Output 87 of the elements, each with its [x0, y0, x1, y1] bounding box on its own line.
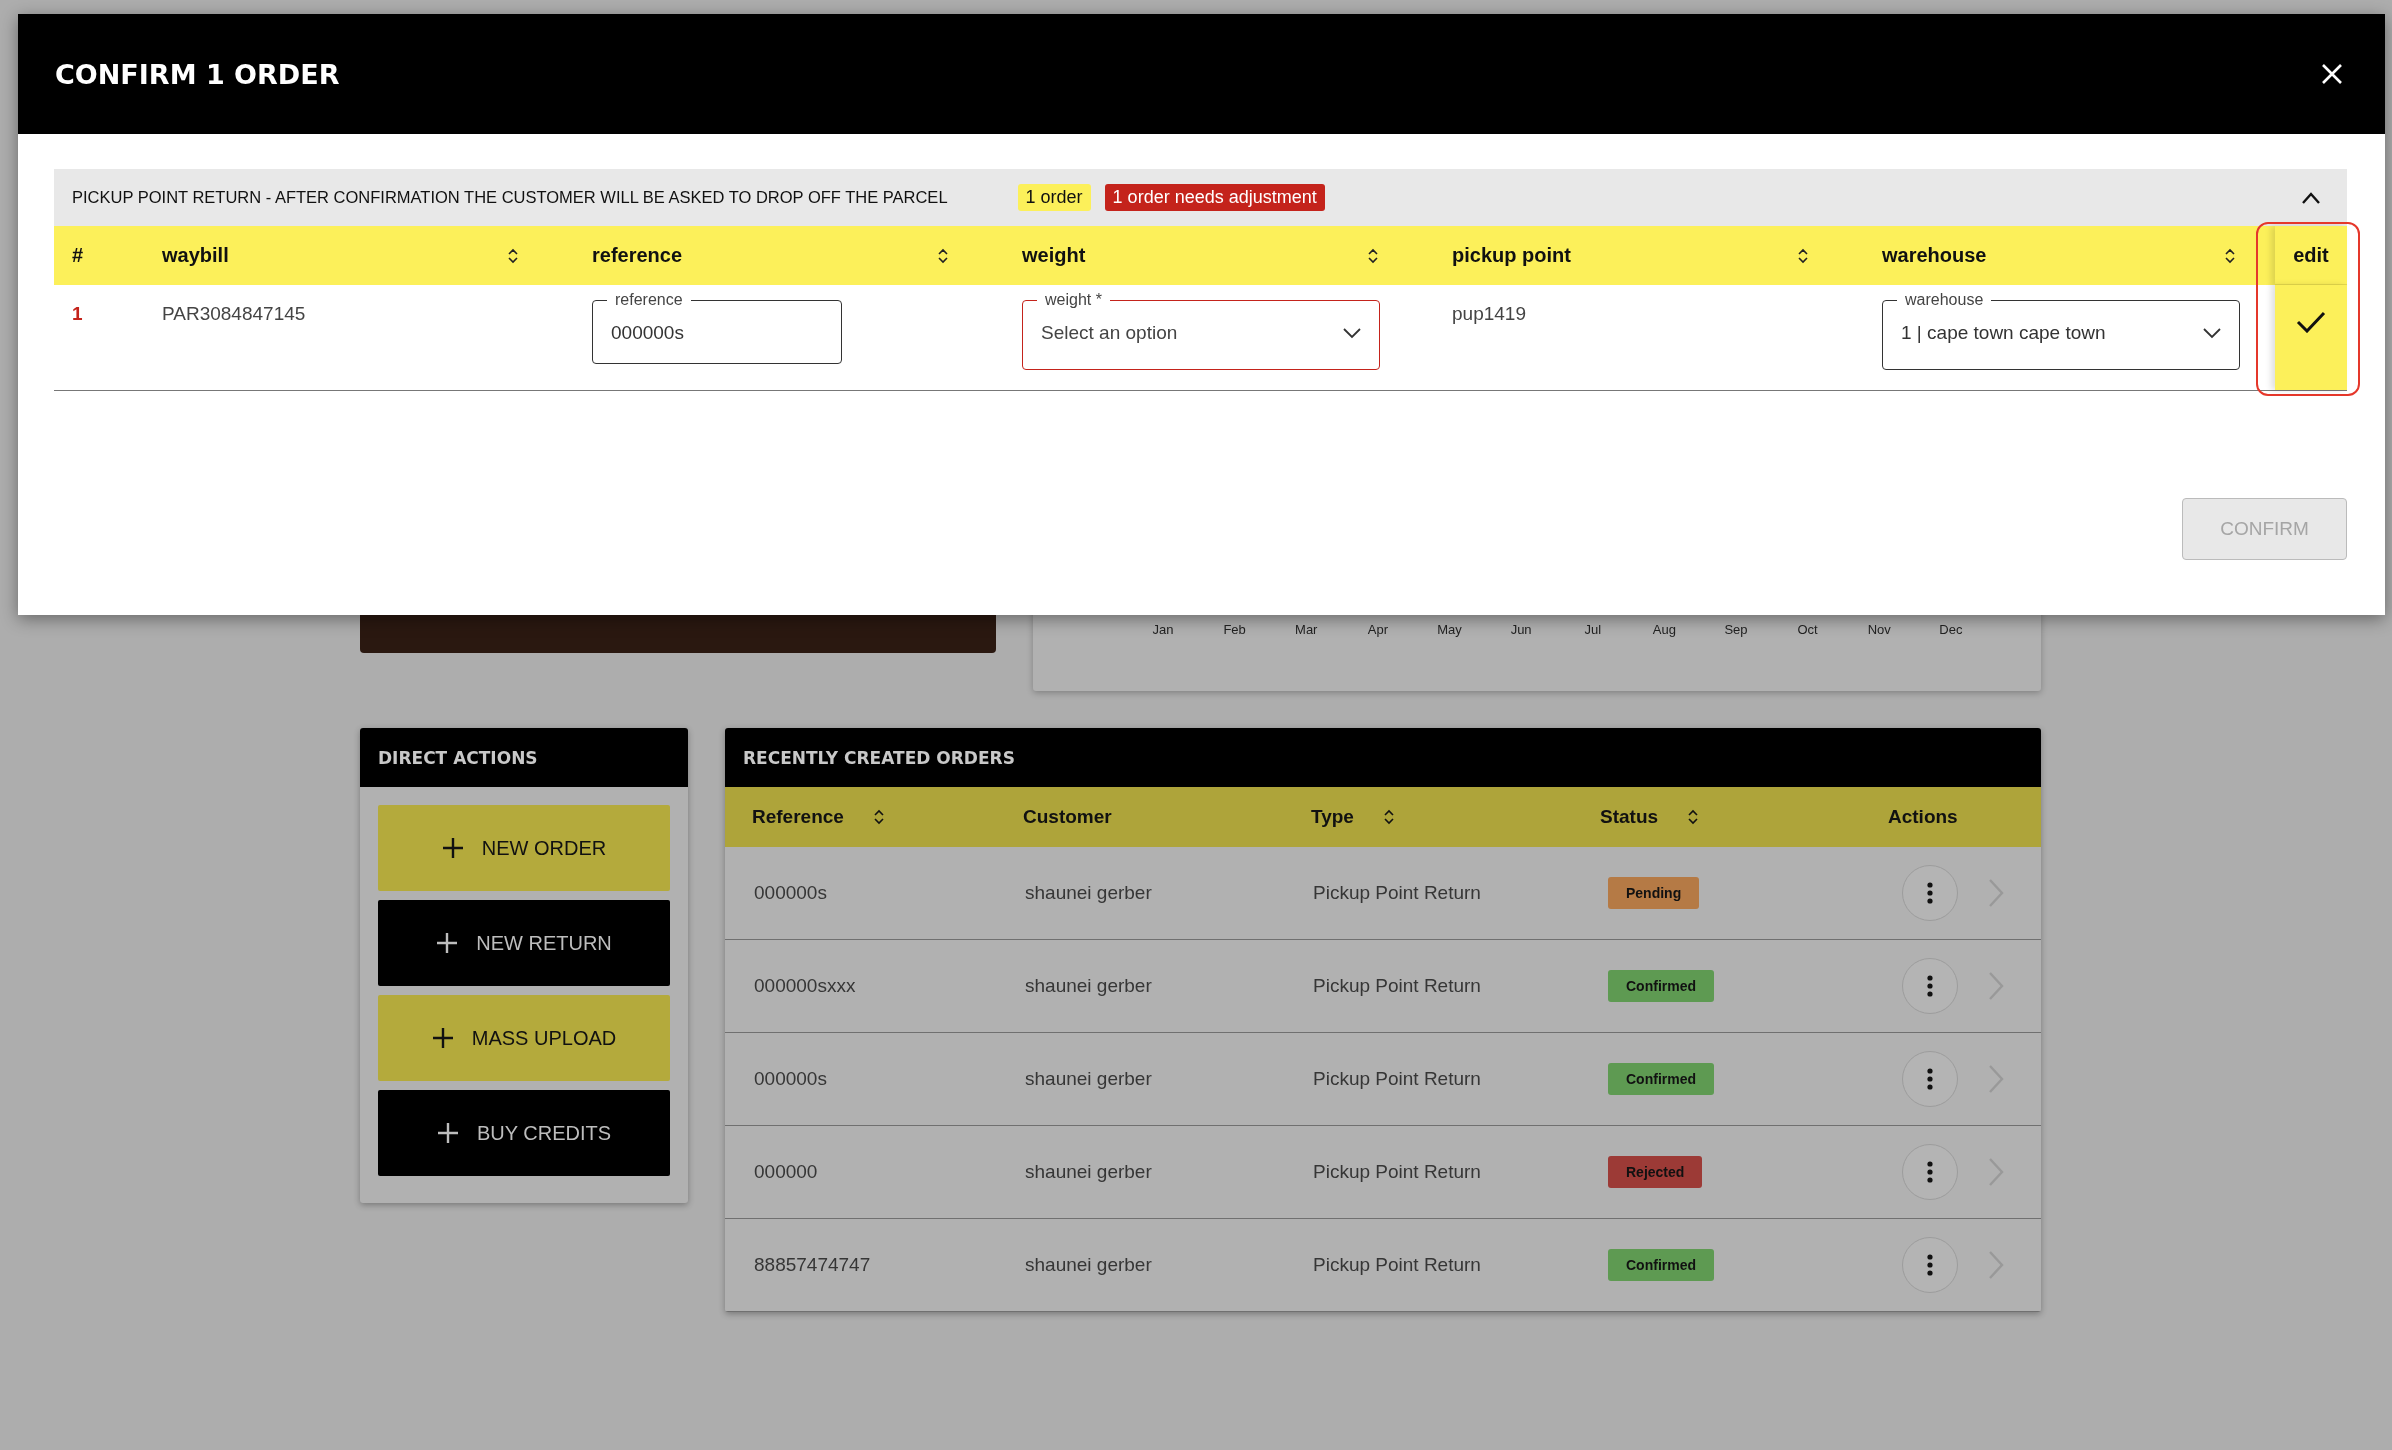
month-label: Jan	[1151, 622, 1175, 637]
count-badge: 1 order needs adjustment	[1104, 184, 1325, 211]
table-cell-text: 000000	[753, 1161, 819, 1183]
action-button[interactable]: BUY CREDITS	[378, 1090, 670, 1176]
table-cell-text: shaunei gerber	[1024, 1161, 1153, 1183]
sort-icon[interactable]	[1798, 247, 1808, 264]
table-cell-text: shaunei gerber	[1024, 975, 1153, 997]
card-title: RECENTLY CREATED ORDERS	[743, 747, 1015, 768]
kebab-icon	[1927, 1254, 1933, 1276]
plus-icon	[436, 1122, 459, 1144]
month-label: Aug	[1651, 622, 1677, 637]
month-label: Jun	[1509, 622, 1533, 637]
month-label: Sep	[1723, 622, 1749, 637]
table-cell-text: Pickup Point Return	[1312, 1068, 1482, 1090]
month-label: Jul	[1583, 622, 1603, 637]
month-label: Nov	[1866, 622, 1892, 637]
sort-icon[interactable]	[938, 247, 948, 264]
status-badge: Confirmed	[1608, 1063, 1714, 1095]
column-header: Actions	[1888, 806, 1958, 828]
month-label: Apr	[1366, 622, 1389, 637]
chevron-down-icon	[2203, 327, 2221, 339]
month-label: May	[1436, 622, 1463, 637]
warehouse-select[interactable]: warehouse 1 | cape town cape town	[1882, 291, 2240, 370]
month-label: Oct	[1796, 622, 1819, 637]
table-cell-text: 000000s	[753, 1068, 828, 1090]
checkmark-icon[interactable]	[2296, 311, 2326, 333]
modal-title: CONFIRM 1 ORDER	[55, 58, 340, 90]
plus-icon	[436, 932, 459, 954]
column-header: weight	[1022, 244, 1086, 267]
column-header: edit	[2293, 243, 2329, 267]
more-options-button[interactable]	[1902, 1144, 1958, 1200]
column-header: #	[72, 244, 84, 267]
section-title: PICKUP POINT RETURN - AFTER CONFIRMATION THE CUSTOMER WILL BE ASKED TO DROP OFF THE PARCEL	[72, 188, 948, 207]
column-header: warehouse	[1882, 244, 1987, 267]
sort-icon[interactable]	[873, 809, 884, 825]
kebab-icon	[1927, 882, 1933, 904]
table-cell: PAR3084847145	[162, 303, 306, 324]
table-cell-text: Pickup Point Return	[1312, 1254, 1482, 1276]
sort-icon[interactable]	[1688, 809, 1699, 825]
status-badge: Pending	[1608, 877, 1700, 909]
table-cell-text: Pickup Point Return	[1312, 1161, 1482, 1183]
sort-icon[interactable]	[1383, 809, 1394, 825]
table-cell-text: shaunei gerber	[1024, 1068, 1153, 1090]
column-header: reference	[592, 244, 683, 267]
action-button[interactable]: MASS UPLOAD	[378, 995, 670, 1081]
close-icon[interactable]	[2321, 63, 2343, 85]
table-cell-text: shaunei gerber	[1024, 1254, 1153, 1276]
action-button[interactable]: NEW RETURN	[378, 900, 670, 986]
count-badge: 1 order	[1017, 184, 1091, 211]
card-title: DIRECT ACTIONS	[378, 747, 538, 768]
more-options-button[interactable]	[1902, 865, 1958, 921]
month-label: Mar	[1294, 622, 1319, 637]
chevron-up-icon[interactable]	[2301, 191, 2321, 204]
sort-icon[interactable]	[508, 247, 518, 264]
weight-select[interactable]: weight * Select an option	[1022, 291, 1380, 370]
status-badge: Confirmed	[1608, 1249, 1714, 1281]
column-header: Reference	[752, 806, 844, 828]
table-cell-text: shaunei gerber	[1024, 882, 1153, 904]
column-header: Type	[1311, 806, 1354, 828]
table-cell-text: 88857474747	[753, 1254, 872, 1276]
status-badge: Rejected	[1608, 1156, 1703, 1188]
table-cell-text: 000000s	[753, 882, 828, 904]
chevron-down-icon	[1343, 327, 1361, 339]
column-header: Status	[1600, 806, 1659, 828]
kebab-icon	[1927, 975, 1933, 997]
row-number: 1	[72, 303, 83, 324]
table-cell-text: Pickup Point Return	[1312, 975, 1482, 997]
table-cell-text: 000000sxxx	[753, 975, 857, 997]
reference-field[interactable]: reference 000000s	[592, 291, 842, 364]
more-options-button[interactable]	[1902, 958, 1958, 1014]
kebab-icon	[1927, 1068, 1933, 1090]
column-header: Customer	[1023, 806, 1112, 828]
month-label: Dec	[1938, 622, 1964, 637]
action-button[interactable]: NEW ORDER	[378, 805, 670, 891]
column-header: pickup point	[1452, 244, 1571, 267]
plus-icon	[441, 837, 464, 859]
table-cell-text: Pickup Point Return	[1312, 882, 1482, 904]
more-options-button[interactable]	[1902, 1237, 1958, 1293]
more-options-button[interactable]	[1902, 1051, 1958, 1107]
table-cell: pup1419	[1452, 303, 1526, 324]
sort-icon[interactable]	[1368, 247, 1378, 264]
sort-icon[interactable]	[2225, 247, 2235, 264]
kebab-icon	[1927, 1161, 1933, 1183]
month-label: Feb	[1222, 622, 1247, 637]
status-badge: Confirmed	[1608, 970, 1714, 1002]
plus-icon	[431, 1027, 454, 1049]
column-header: waybill	[162, 244, 229, 267]
